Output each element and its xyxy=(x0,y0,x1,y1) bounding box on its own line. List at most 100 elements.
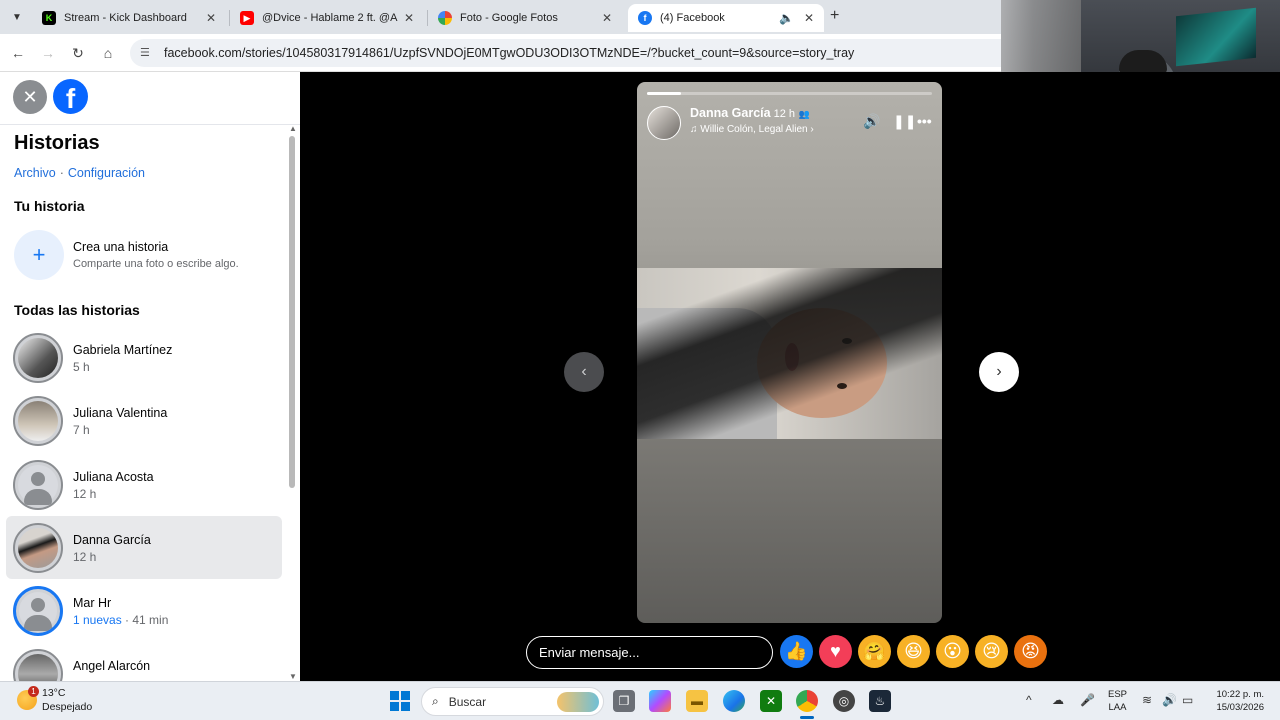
chevron-right-icon: › xyxy=(996,363,1002,380)
close-stories-button[interactable]: ✕ xyxy=(13,80,47,114)
story-item[interactable]: Juliana Acosta 12 h xyxy=(6,453,282,516)
search-label: Buscar xyxy=(448,694,487,709)
show-hidden-icons-chevron-icon[interactable]: ^ xyxy=(1026,693,1032,707)
story-author: Juliana Acosta xyxy=(73,469,154,484)
avatar xyxy=(13,649,63,681)
tab-title: @Dvice - Hablame 2 ft. @Anuel xyxy=(262,12,398,24)
url-text: facebook.com/stories/104580317914861/Uzp… xyxy=(164,46,855,60)
archive-link[interactable]: Archivo xyxy=(14,166,56,180)
story-item[interactable]: Juliana Valentina 7 h xyxy=(6,389,282,452)
tab-facebook[interactable]: f (4) Facebook 🔈 ✕ xyxy=(628,4,824,32)
file-explorer-icon[interactable]: ▬ xyxy=(686,690,708,712)
close-tab-icon[interactable]: ✕ xyxy=(804,11,814,25)
avatar xyxy=(13,459,63,510)
story-author: Angel Alarcón xyxy=(73,659,151,674)
google-photos-icon xyxy=(438,11,452,25)
youtube-icon: ▶ xyxy=(240,11,254,25)
angry-icon[interactable]: 😡 xyxy=(1014,635,1047,668)
story-time: 7 h xyxy=(73,423,90,438)
story-author: Danna García xyxy=(73,532,151,547)
story-progress-bar xyxy=(647,92,932,95)
scroll-thumb[interactable] xyxy=(289,136,295,488)
tab-title: Stream - Kick Dashboard xyxy=(64,12,187,24)
wifi-icon[interactable]: ≋ xyxy=(1142,693,1152,707)
edge-icon[interactable] xyxy=(723,690,745,712)
browser-tab-bar: ▼ K Stream - Kick Dashboard ✕ ▶ @Dvice -… xyxy=(0,0,1001,34)
scroll-down-arrow-icon[interactable]: ▼ xyxy=(289,672,297,681)
create-story-button[interactable]: + Crea una historia Comparte una foto o … xyxy=(14,230,284,280)
sidebar-scrollbar[interactable]: ▲ ▼ xyxy=(287,124,297,681)
copilot-icon[interactable] xyxy=(649,690,671,712)
close-tab-icon[interactable]: ✕ xyxy=(404,11,414,25)
volume-icon[interactable]: 🔊 xyxy=(863,113,880,130)
wow-icon[interactable]: 😮 xyxy=(936,635,969,668)
speaker-icon[interactable]: 🔈 xyxy=(779,11,794,25)
weather-description[interactable]: Despejado xyxy=(42,701,92,713)
story-author: Mar Hr xyxy=(73,596,112,611)
story-time: 5 h xyxy=(73,360,90,374)
story-item[interactable]: Gabriela Martínez 5 h xyxy=(6,326,282,389)
chevron-left-icon: ‹ xyxy=(581,363,587,380)
tab-search-button[interactable]: ▼ xyxy=(7,7,27,27)
avatar xyxy=(13,522,63,573)
url-bar[interactable]: ☰ facebook.com/stories/104580317914861/U… xyxy=(130,39,1001,67)
create-story-subtitle: Comparte una foto o escribe algo. xyxy=(73,258,239,270)
tab-title: Foto - Google Fotos xyxy=(460,12,558,24)
like-icon[interactable]: 👍 xyxy=(780,635,813,668)
onedrive-icon[interactable]: ☁ xyxy=(1052,693,1064,707)
love-icon[interactable]: ♥ xyxy=(819,635,852,668)
music-note-icon: ♫ xyxy=(690,124,698,135)
forward-button[interactable]: → xyxy=(38,43,58,63)
volume-icon[interactable]: 🔊 xyxy=(1162,693,1177,707)
reply-message-input[interactable]: Enviar mensaje... xyxy=(526,636,773,669)
task-view-icon[interactable]: ❐ xyxy=(613,690,635,712)
pause-icon[interactable]: ❚❚ xyxy=(893,113,916,130)
language-indicator[interactable]: ESP LAA xyxy=(1108,688,1127,714)
more-options-icon[interactable]: ••• xyxy=(917,113,932,129)
tab-youtube[interactable]: ▶ @Dvice - Hablame 2 ft. @Anuel ✕ xyxy=(230,4,424,32)
reload-button[interactable]: ↻ xyxy=(68,43,88,63)
chrome-icon[interactable] xyxy=(796,690,818,712)
taskbar-search[interactable]: ⌕ Buscar xyxy=(421,687,604,716)
active-app-indicator xyxy=(800,716,814,719)
reaction-bar: 👍 ♥ 🤗 😆 😮 😢 😡 xyxy=(780,635,1047,668)
story-author: Juliana Valentina xyxy=(73,406,168,421)
story-music[interactable]: ♫ Willie Colón, Legal Alien › xyxy=(690,124,814,135)
address-toolbar: ← → ↻ ⌂ ☰ facebook.com/stories/104580317… xyxy=(0,34,1001,72)
tab-google-photos[interactable]: Foto - Google Fotos ✕ xyxy=(428,4,622,32)
story-item[interactable]: Mar Hr 1 nuevas · 41 min xyxy=(6,579,282,642)
story-card[interactable]: Danna García 12 h 👥 ♫ Willie Colón, Legal… xyxy=(637,82,942,623)
system-clock[interactable]: 10:22 p. m. 15/03/2026 xyxy=(1206,688,1264,714)
care-icon[interactable]: 🤗 xyxy=(858,635,891,668)
story-author-avatar[interactable] xyxy=(647,106,681,140)
story-author-name[interactable]: Danna García 12 h 👥 xyxy=(690,106,810,120)
haha-icon[interactable]: 😆 xyxy=(897,635,930,668)
site-info-icon[interactable]: ☰ xyxy=(140,46,154,60)
back-button[interactable]: ← xyxy=(8,43,28,63)
obs-icon[interactable]: ◎ xyxy=(833,690,855,712)
next-story-button[interactable]: › xyxy=(979,352,1019,392)
facebook-logo[interactable]: f xyxy=(53,79,88,114)
previous-story-button[interactable]: ‹ xyxy=(564,352,604,392)
windows-taskbar: 1 13°C Despejado ⌕ Buscar ❐ ▬ ✕ ◎ ♨ ^ ☁ … xyxy=(0,681,1280,720)
story-item-selected[interactable]: Danna García 12 h xyxy=(6,515,282,580)
new-tab-button[interactable]: + xyxy=(830,7,839,25)
tab-title: (4) Facebook xyxy=(660,12,725,24)
windows-start-icon[interactable] xyxy=(389,690,411,712)
sad-icon[interactable]: 😢 xyxy=(975,635,1008,668)
battery-icon[interactable]: ▭ xyxy=(1182,693,1193,707)
microphone-icon[interactable]: 🎤 xyxy=(1080,693,1095,707)
steam-icon[interactable]: ♨ xyxy=(869,690,891,712)
close-tab-icon[interactable]: ✕ xyxy=(602,11,612,25)
close-tab-icon[interactable]: ✕ xyxy=(206,11,216,25)
xbox-icon[interactable]: ✕ xyxy=(760,690,782,712)
your-story-heading: Tu historia xyxy=(14,198,85,214)
home-button[interactable]: ⌂ xyxy=(98,43,118,63)
story-item[interactable]: Angel Alarcón xyxy=(6,642,282,681)
tab-kick[interactable]: K Stream - Kick Dashboard ✕ xyxy=(32,4,226,32)
weather-temperature[interactable]: 13°C xyxy=(42,687,65,699)
notification-badge: 1 xyxy=(28,686,39,697)
scroll-up-arrow-icon[interactable]: ▲ xyxy=(289,124,297,133)
kick-icon: K xyxy=(42,11,56,25)
settings-link[interactable]: Configuración xyxy=(68,166,145,180)
